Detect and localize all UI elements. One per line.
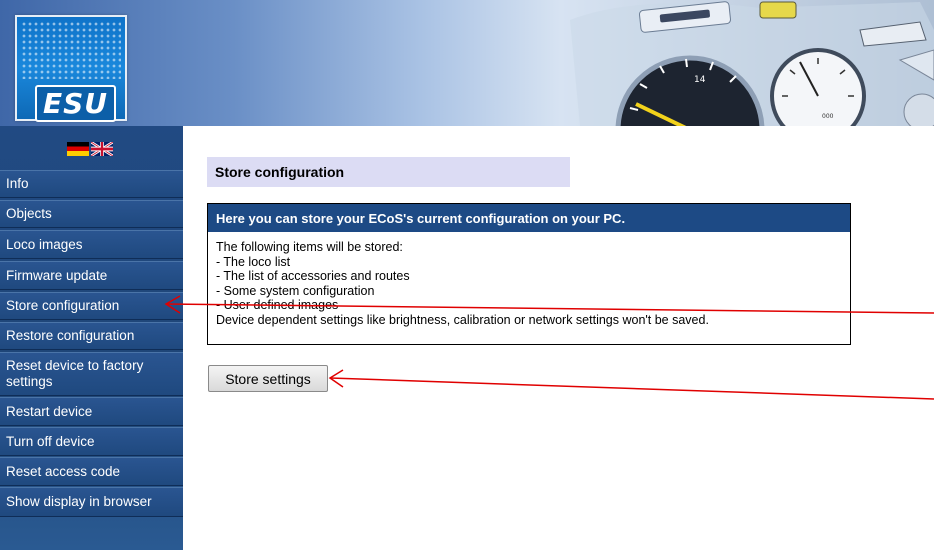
panel-line: The following items will be stored: bbox=[216, 240, 403, 254]
info-panel: Here you can store your ECoS's current c… bbox=[207, 203, 851, 345]
store-settings-button[interactable]: Store settings bbox=[208, 365, 328, 392]
sidebar-item-label: Restart device bbox=[6, 403, 93, 419]
sidebar-item-firmware-update[interactable]: Firmware update bbox=[0, 261, 183, 290]
logo-dot-pattern bbox=[21, 21, 121, 79]
sidebar-item-label: Objects bbox=[6, 206, 52, 221]
sidebar-item-label: Turn off device bbox=[6, 433, 95, 449]
sidebar-item-info[interactable]: Info bbox=[0, 170, 183, 198]
sidebar-item-restart-device[interactable]: Restart device bbox=[0, 397, 183, 426]
sidebar-item-label: Reset access code bbox=[6, 463, 121, 479]
panel-line: Device dependent settings like brightnes… bbox=[216, 312, 709, 327]
sidebar-item-store-configuration[interactable]: Store configuration bbox=[0, 292, 183, 320]
gauge-readout-2: 000 bbox=[822, 113, 834, 120]
sidebar-item-loco-images[interactable]: Loco images bbox=[0, 230, 183, 259]
sidebar-item-objects[interactable]: Objects bbox=[0, 200, 183, 228]
sidebar-item-label: Info bbox=[6, 176, 29, 191]
arrow-to-store-settings-button bbox=[328, 369, 934, 400]
sidebar-item-show-display-in-browser[interactable]: Show display in browser bbox=[0, 487, 183, 517]
german-flag-icon[interactable] bbox=[67, 142, 89, 156]
sidebar-item-turn-off-device[interactable]: Turn off device bbox=[0, 427, 183, 456]
sidebar-item-label: Show display in browser bbox=[6, 494, 152, 509]
sidebar-item-restore-configuration[interactable]: Restore configuration bbox=[0, 322, 183, 350]
panel-line: - Some system configuration bbox=[216, 283, 375, 298]
sidebar-item-label: Firmware update bbox=[6, 267, 108, 283]
uk-flag-icon[interactable] bbox=[91, 142, 113, 156]
panel-line: - The list of accessories and routes bbox=[216, 269, 410, 283]
language-selector bbox=[67, 138, 113, 158]
header-banner: ESU 14 000 bbox=[0, 0, 934, 126]
sidebar-item-reset-factory-settings[interactable]: Reset device to factory settings bbox=[0, 352, 183, 396]
panel-heading: Here you can store your ECoS's current c… bbox=[208, 204, 850, 232]
sidebar-item-label: Loco images bbox=[6, 236, 83, 252]
sidebar-item-label: Restore configuration bbox=[6, 328, 135, 343]
esu-logo[interactable]: ESU bbox=[15, 15, 127, 122]
panel-line: - The loco list bbox=[216, 254, 291, 269]
logo-text: ESU bbox=[35, 85, 117, 122]
panel-line: - User defined images bbox=[216, 298, 339, 312]
dashboard-gauges-illustration: 14 000 bbox=[570, 1, 934, 126]
sidebar-item-reset-access-code[interactable]: Reset access code bbox=[0, 457, 183, 486]
sidebar-item-label: Reset device to factory settings bbox=[6, 358, 144, 389]
sidebar-item-label: Store configuration bbox=[6, 298, 120, 313]
panel-body: The following items will be stored: - Th… bbox=[208, 232, 850, 327]
page-title: Store configuration bbox=[207, 157, 570, 187]
gauge-readout-1: 14 bbox=[694, 75, 706, 85]
